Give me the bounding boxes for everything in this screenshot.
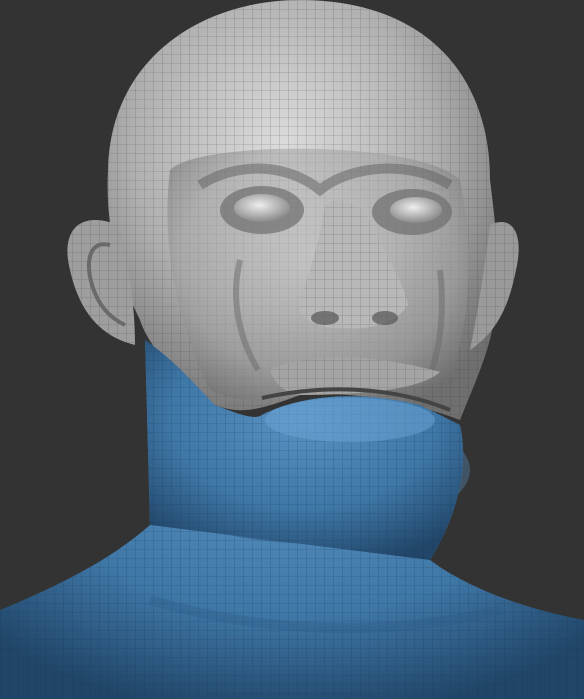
left-eye [234,194,290,222]
right-eye [390,197,442,223]
3d-viewport[interactable] [0,0,584,699]
sculpt-render [0,0,584,699]
